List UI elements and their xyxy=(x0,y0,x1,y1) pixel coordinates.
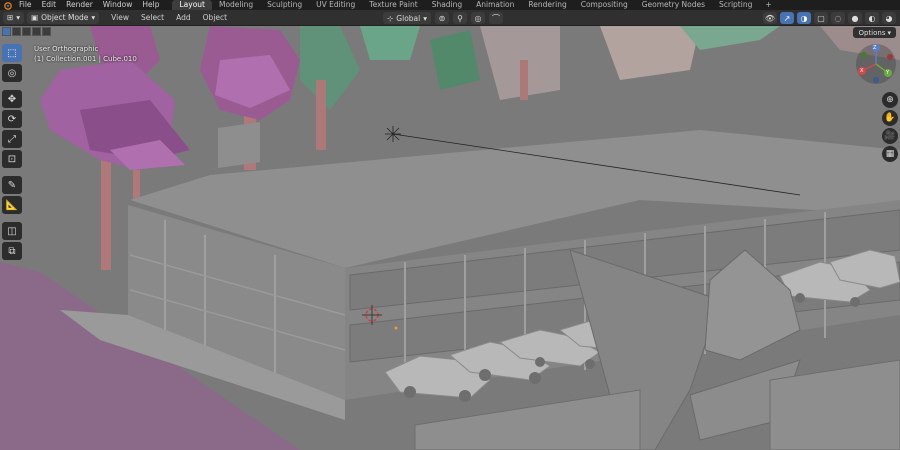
tab-geometry-nodes[interactable]: Geometry Nodes xyxy=(635,0,712,10)
chevron-down-icon: ▾ xyxy=(16,13,21,22)
editor-type-button[interactable]: ⊞ ▾ xyxy=(3,11,25,24)
mode-label: Object Mode xyxy=(41,13,89,22)
add-workspace-button[interactable]: + xyxy=(759,0,777,10)
tab-texture-paint[interactable]: Texture Paint xyxy=(362,0,424,10)
selection-mode-buttons xyxy=(2,27,51,36)
select-subtract-icon[interactable] xyxy=(22,27,31,36)
collection-info: (1) Collection.001 | Cube.010 xyxy=(34,55,137,63)
transform-orientation-select[interactable]: ⊹ Global ▾ xyxy=(383,12,431,24)
3d-viewport[interactable]: Z X Y xyxy=(0,26,900,450)
menu-object[interactable]: Object xyxy=(197,13,233,22)
solid-shading-icon[interactable]: ● xyxy=(848,12,862,24)
material-shading-icon[interactable]: ◐ xyxy=(865,12,879,24)
xray-icon[interactable]: ▢ xyxy=(814,12,828,24)
rendered-shading-icon[interactable]: ◕ xyxy=(882,12,896,24)
options-label: Options xyxy=(858,28,886,37)
extrude-icon[interactable]: ⧉ xyxy=(2,242,22,260)
menu-view[interactable]: View xyxy=(105,13,135,22)
chevron-down-icon: ▾ xyxy=(423,13,427,23)
pivot-point-icon[interactable]: ⊚ xyxy=(435,12,449,24)
editor-type-icon: ⊞ xyxy=(7,13,14,22)
camera-icon[interactable]: 🎥 xyxy=(882,128,898,144)
tab-layout[interactable]: Layout xyxy=(172,0,212,10)
tab-shading[interactable]: Shading xyxy=(425,0,469,10)
grid-icon[interactable]: ▦ xyxy=(882,146,898,162)
menu-edit[interactable]: Edit xyxy=(37,0,62,10)
tab-rendering[interactable]: Rendering xyxy=(521,0,573,10)
scale-icon[interactable]: ⤢ xyxy=(2,130,22,148)
shed xyxy=(218,122,260,168)
tab-animation[interactable]: Animation xyxy=(469,0,521,10)
hand-pan-icon[interactable]: ✋ xyxy=(882,110,898,126)
wireframe-shading-icon[interactable]: ◌ xyxy=(831,12,845,24)
chevron-down-icon: ▾ xyxy=(887,28,891,37)
tab-compositing[interactable]: Compositing xyxy=(574,0,635,10)
menu-select[interactable]: Select xyxy=(135,13,170,22)
menu-help[interactable]: Help xyxy=(137,0,164,10)
cursor-icon[interactable]: ◎ xyxy=(2,64,22,82)
menu-add[interactable]: Add xyxy=(170,13,197,22)
top-menu-bar: File Edit Render Window Help Layout Mode… xyxy=(0,0,900,10)
zoom-icon[interactable]: ⊕ xyxy=(882,92,898,108)
orientation-label: Global xyxy=(396,13,421,23)
object-mode-icon: ▣ xyxy=(31,13,39,22)
gizmo-y-label: Y xyxy=(886,70,890,76)
view-name: User Orthographic xyxy=(34,45,99,53)
gizmo-z-label: Z xyxy=(873,45,877,51)
viewport-scene xyxy=(0,26,900,450)
add-cube-icon[interactable]: ◫ xyxy=(2,222,22,240)
select-invert-icon[interactable] xyxy=(32,27,41,36)
annotate-icon[interactable]: ✎ xyxy=(2,176,22,194)
viewport-header: ⊞ ▾ ▣ Object Mode ▾ View Select Add Objec… xyxy=(0,10,900,26)
tab-scripting[interactable]: Scripting xyxy=(712,0,759,10)
tab-sculpting[interactable]: Sculpting xyxy=(260,0,309,10)
gizmo-toggle-icon[interactable]: ↗ xyxy=(780,12,794,24)
object-origin-dot xyxy=(394,326,398,330)
falloff-icon[interactable]: ⌒ xyxy=(489,12,503,24)
blender-logo-icon[interactable] xyxy=(0,0,14,10)
overlay-toggle-icon[interactable]: ◑ xyxy=(797,12,811,24)
chevron-down-icon: ▾ xyxy=(91,13,96,22)
menu-file[interactable]: File xyxy=(14,0,37,10)
select-new-icon[interactable] xyxy=(2,27,11,36)
gizmo-x-label: X xyxy=(860,68,864,74)
viewport-info: User Orthographic (1) Collection.001 | C… xyxy=(34,44,137,64)
select-intersect-icon[interactable] xyxy=(42,27,51,36)
proportional-edit-icon[interactable]: ◎ xyxy=(471,12,485,24)
menu-render[interactable]: Render xyxy=(61,0,98,10)
transform-icon[interactable]: ⊡ xyxy=(2,150,22,168)
navigation-controls: ⊕ ✋ 🎥 ▦ xyxy=(882,92,898,162)
tab-modeling[interactable]: Modeling xyxy=(212,0,260,10)
snap-icon[interactable]: ⚲ xyxy=(453,12,467,24)
mode-select[interactable]: ▣ Object Mode ▾ xyxy=(27,11,100,24)
measure-icon[interactable]: 📐 xyxy=(2,196,22,214)
tool-shelf: ⬚ ◎ ✥ ⟳ ⤢ ⊡ ✎ 📐 ◫ ⧉ xyxy=(2,44,22,260)
rotate-icon[interactable]: ⟳ xyxy=(2,110,22,128)
orientation-icon: ⊹ xyxy=(387,13,394,23)
options-dropdown[interactable]: Options ▾ xyxy=(853,27,896,38)
tab-uv-editing[interactable]: UV Editing xyxy=(309,0,362,10)
select-box-icon[interactable]: ⬚ xyxy=(2,44,22,62)
select-extend-icon[interactable] xyxy=(12,27,21,36)
move-icon[interactable]: ✥ xyxy=(2,90,22,108)
menu-window[interactable]: Window xyxy=(98,0,138,10)
visibility-icon[interactable]: 👁 xyxy=(763,12,777,24)
